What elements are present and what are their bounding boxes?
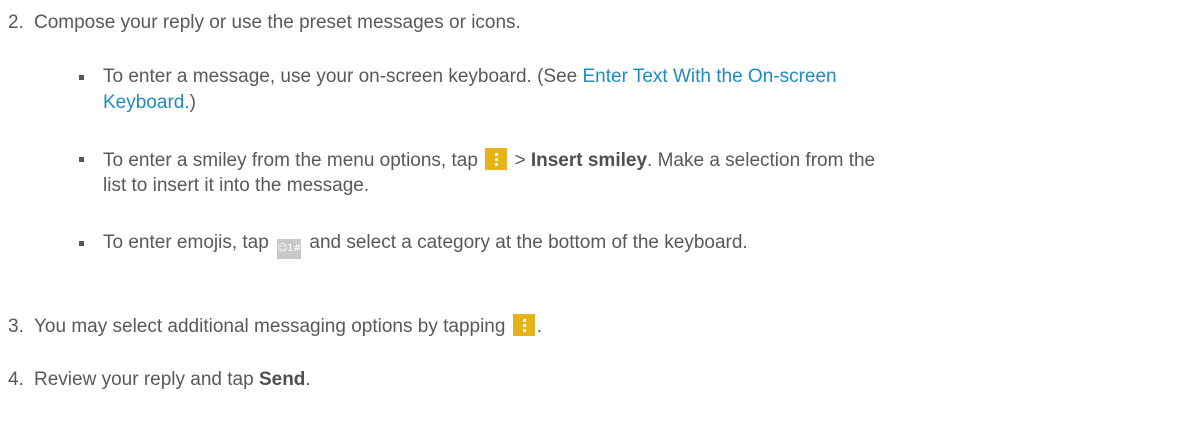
step-2: 2. Compose your reply or use the preset m… [8,12,521,34]
bullet-text: To enter a message, use your on-screen k… [103,66,583,87]
keyboard-help-link-cont[interactable]: Keyboard. [103,92,190,113]
step-number: 4. [8,369,24,390]
bullet-marker [79,241,84,246]
insert-smiley-label: Insert smiley [530,150,648,171]
keyboard-help-link[interactable]: Enter Text With the On-screen [582,66,836,87]
step-text-end: . [305,369,311,390]
bullet-insert-smiley-cont: list to insert it into the message. [103,175,369,197]
send-label: Send [258,369,306,390]
step-number: 3. [8,316,24,337]
bullet-insert-smiley: To enter a smiley from the menu options,… [103,148,875,172]
bullet-emojis: To enter emojis, tap ☺1# and select a ca… [103,232,748,259]
step-4: 4. Review your reply and tap Send. [8,369,311,391]
step-text-end: . [536,316,542,337]
bullet-text: ) [189,92,196,113]
step-3: 3. You may select additional messaging op… [8,314,542,338]
bullet-text: list to insert it into the message. [103,175,370,196]
separator: > [509,150,531,171]
bullet-enter-message-cont: Keyboard.) [103,92,196,114]
step-text: You may select additional messaging opti… [34,316,511,337]
bullet-marker [79,157,84,162]
step-number: 2. [8,12,24,33]
emoji-keyboard-icon: ☺1# [277,239,301,259]
step-text: Review your reply and tap [34,369,259,390]
menu-icon [512,314,535,336]
step-text: Compose your reply or use the preset mes… [34,12,521,33]
bullet-text: and select a category at the bottom of t… [304,232,748,253]
bullet-text: . Make a selection from the [647,150,876,171]
bullet-text: To enter a smiley from the menu options,… [103,150,484,171]
menu-icon [485,148,508,170]
bullet-marker [79,75,84,80]
bullet-enter-message: To enter a message, use your on-screen k… [103,66,837,88]
bullet-text: To enter emojis, tap [103,232,275,253]
